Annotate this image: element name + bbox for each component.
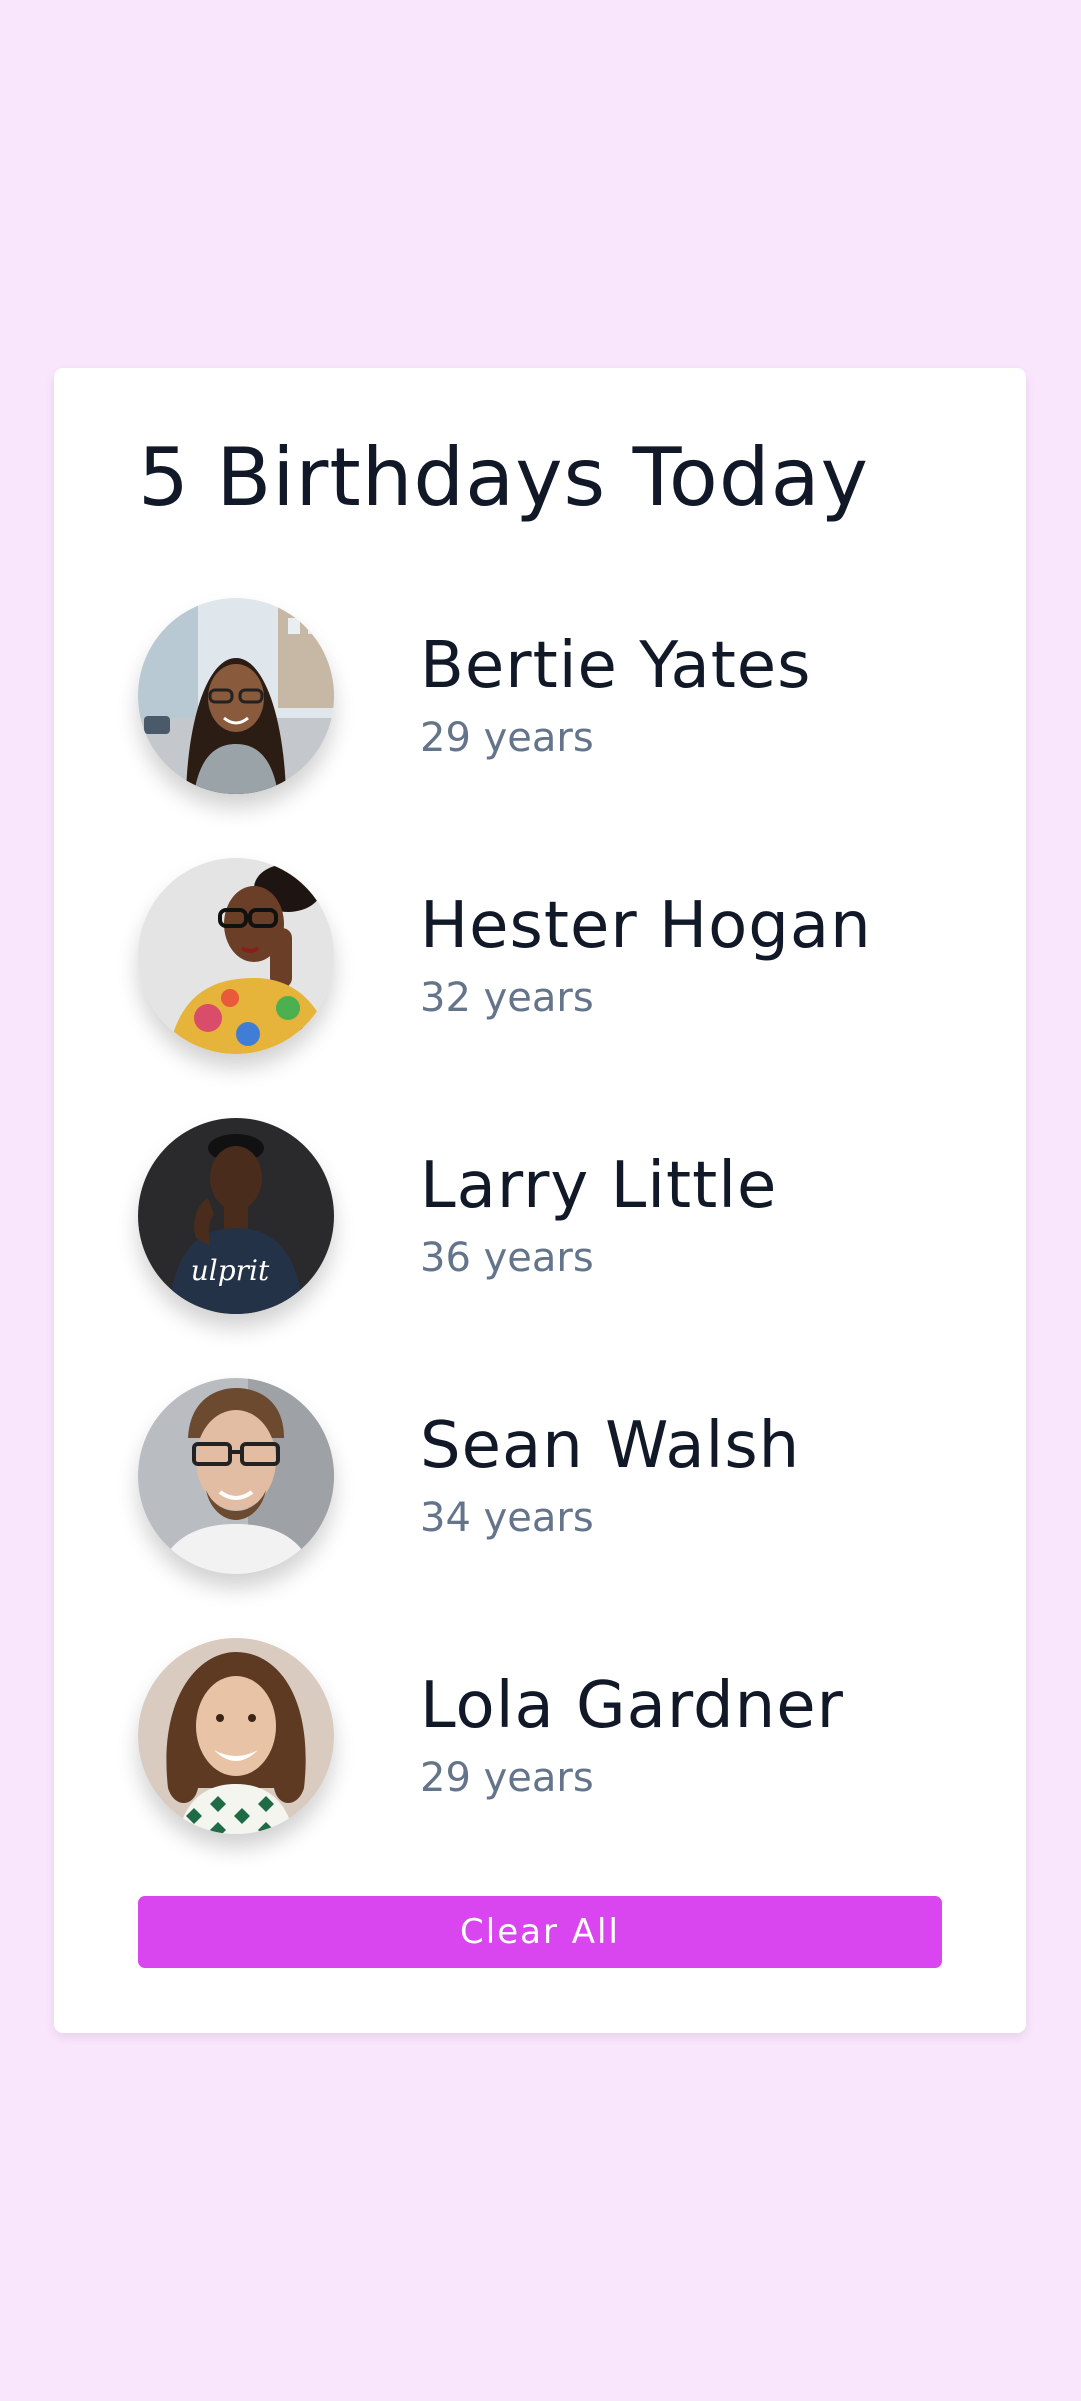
avatar: ulprit xyxy=(138,1118,334,1314)
list-item: Lola Gardner 29 years xyxy=(138,1638,958,1838)
person-age: 29 years xyxy=(420,1755,594,1801)
list-item: Bertie Yates 29 years xyxy=(138,598,958,798)
list-item: Hester Hogan 32 years xyxy=(138,858,958,1058)
avatar xyxy=(138,1638,334,1834)
clear-all-button[interactable]: Clear All xyxy=(138,1896,942,1968)
list-item: Sean Walsh 34 years xyxy=(138,1378,958,1578)
list-item: ulprit Larry Little 36 years xyxy=(138,1118,958,1318)
svg-text:ulprit: ulprit xyxy=(191,1254,270,1287)
birthday-card: 5 Birthdays Today Bertie Yates 29 years xyxy=(54,368,1026,2033)
person-age: 36 years xyxy=(420,1235,594,1281)
person-age: 32 years xyxy=(420,975,594,1021)
person-name: Sean Walsh xyxy=(420,1409,801,1483)
avatar xyxy=(138,598,334,794)
avatar xyxy=(138,1378,334,1574)
person-name: Lola Gardner xyxy=(420,1669,844,1743)
person-age: 34 years xyxy=(420,1495,594,1541)
person-name: Hester Hogan xyxy=(420,889,872,963)
person-name: Bertie Yates xyxy=(420,629,812,703)
page-title: 5 Birthdays Today xyxy=(138,431,870,524)
person-age: 29 years xyxy=(420,715,594,761)
person-name: Larry Little xyxy=(420,1149,778,1223)
avatar xyxy=(138,858,334,1054)
